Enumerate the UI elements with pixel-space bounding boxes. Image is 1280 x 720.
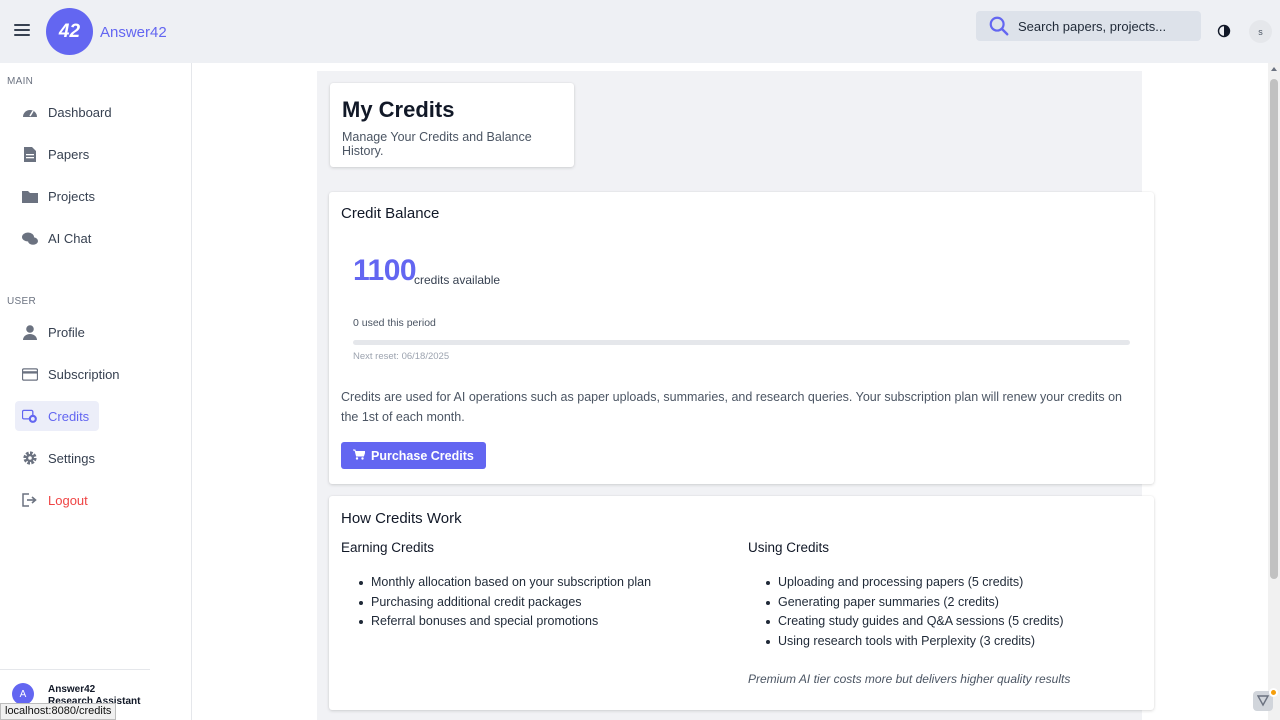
sidebar-item-projects[interactable]: Projects: [15, 181, 105, 211]
document-icon: [22, 146, 38, 162]
purchase-credits-label: Purchase Credits: [371, 448, 474, 463]
theme-toggle-icon[interactable]: [1217, 24, 1231, 38]
page-subtitle: Manage Your Credits and Balance History.: [342, 130, 532, 158]
logo-text: 42: [58, 20, 81, 42]
list-item: Purchasing additional credit packages: [353, 595, 651, 615]
logout-icon: [22, 492, 38, 508]
search-icon: [989, 16, 1009, 36]
app-logo[interactable]: 42: [46, 8, 93, 55]
scroll-up-arrow-icon[interactable]: [1271, 67, 1277, 71]
list-item: Uploading and processing papers (5 credi…: [760, 575, 1064, 595]
user-icon: [22, 324, 38, 340]
chat-icon: [22, 230, 38, 246]
credit-balance-amount: 1100: [353, 254, 417, 287]
purchase-credits-button[interactable]: Purchase Credits: [341, 442, 486, 469]
sidebar-item-label: Dashboard: [48, 104, 112, 120]
how-credits-work-card: How Credits Work Earning Credits Monthly…: [329, 496, 1154, 710]
search-box[interactable]: [976, 11, 1201, 41]
sidebar-item-ai-chat[interactable]: AI Chat: [15, 223, 101, 253]
menu-toggle-icon[interactable]: [14, 24, 30, 38]
folder-icon: [22, 188, 38, 204]
page-scrollbar[interactable]: [1268, 63, 1280, 720]
cart-icon: [353, 449, 366, 463]
sidebar-item-label: Subscription: [48, 366, 120, 382]
using-credits-title: Using Credits: [748, 540, 830, 555]
credit-balance-title: Credit Balance: [341, 205, 440, 222]
sidebar-divider: [0, 669, 150, 670]
next-reset-date: Next reset: 06/18/2025: [353, 351, 450, 362]
credit-balance-unit: credits available: [414, 273, 501, 287]
sidebar-item-credits[interactable]: Credits: [15, 401, 100, 431]
status-bar-url: localhost:8080/credits: [0, 703, 117, 720]
section-label-user: USER: [7, 296, 36, 307]
using-credits-list: Uploading and processing papers (5 credi…: [760, 575, 1064, 654]
sidebar-item-label: Papers: [48, 146, 90, 162]
earning-credits-title: Earning Credits: [341, 540, 435, 555]
credits-description: Credits are used for AI operations such …: [341, 390, 1122, 424]
scrollbar-thumb[interactable]: [1270, 79, 1278, 579]
user-avatar-button[interactable]: s: [1249, 20, 1272, 43]
sidebar-item-label: AI Chat: [48, 230, 92, 246]
top-header: 42 Answer42 s: [0, 0, 1280, 63]
dashboard-icon: [22, 104, 38, 120]
page-title: My Credits: [342, 97, 455, 122]
sidebar-item-profile[interactable]: Profile: [15, 317, 95, 347]
sidebar-item-logout[interactable]: Logout: [15, 485, 98, 515]
list-item: Monthly allocation based on your subscri…: [353, 575, 651, 595]
sidebar-item-label: Credits: [48, 408, 90, 424]
credit-card-icon: [22, 366, 38, 382]
list-item: Generating paper summaries (2 credits): [760, 595, 1064, 615]
how-credits-work-title: How Credits Work: [341, 510, 462, 527]
list-item: Referral bonuses and special promotions: [353, 614, 651, 634]
coins-icon: [22, 408, 38, 424]
user-name: Answer42: [48, 684, 96, 695]
sidebar-item-dashboard[interactable]: Dashboard: [15, 97, 122, 127]
notification-dot: [1269, 688, 1278, 697]
sidebar-item-label: Settings: [48, 450, 95, 466]
brand-name[interactable]: Answer42: [100, 24, 167, 41]
sidebar-item-settings[interactable]: Settings: [15, 443, 105, 473]
used-this-period: 0 used this period: [353, 317, 436, 329]
sidebar-item-papers[interactable]: Papers: [15, 139, 99, 169]
section-label-main: MAIN: [7, 76, 34, 87]
sidebar-item-label: Logout: [48, 492, 88, 508]
list-item: Creating study guides and Q&A sessions (…: [760, 614, 1064, 634]
avatar[interactable]: A: [12, 683, 34, 705]
premium-tier-note: Premium AI tier costs more but delivers …: [748, 672, 1071, 686]
search-input[interactable]: [1018, 18, 1188, 34]
sidebar-item-label: Profile: [48, 324, 85, 340]
list-item: Using research tools with Perplexity (3 …: [760, 634, 1064, 654]
gear-icon: [22, 450, 38, 466]
earning-credits-list: Monthly allocation based on your subscri…: [353, 575, 651, 634]
sidebar: MAIN Dashboard Papers Projects AI Chat U…: [0, 63, 192, 720]
sidebar-item-label: Projects: [48, 188, 95, 204]
page-header-card: My Credits Manage Your Credits and Balan…: [330, 83, 574, 167]
credit-balance-card: Credit Balance 1100 credits available 0 …: [329, 192, 1154, 484]
sidebar-item-subscription[interactable]: Subscription: [15, 359, 130, 389]
usage-progress-bar: [353, 340, 1130, 345]
